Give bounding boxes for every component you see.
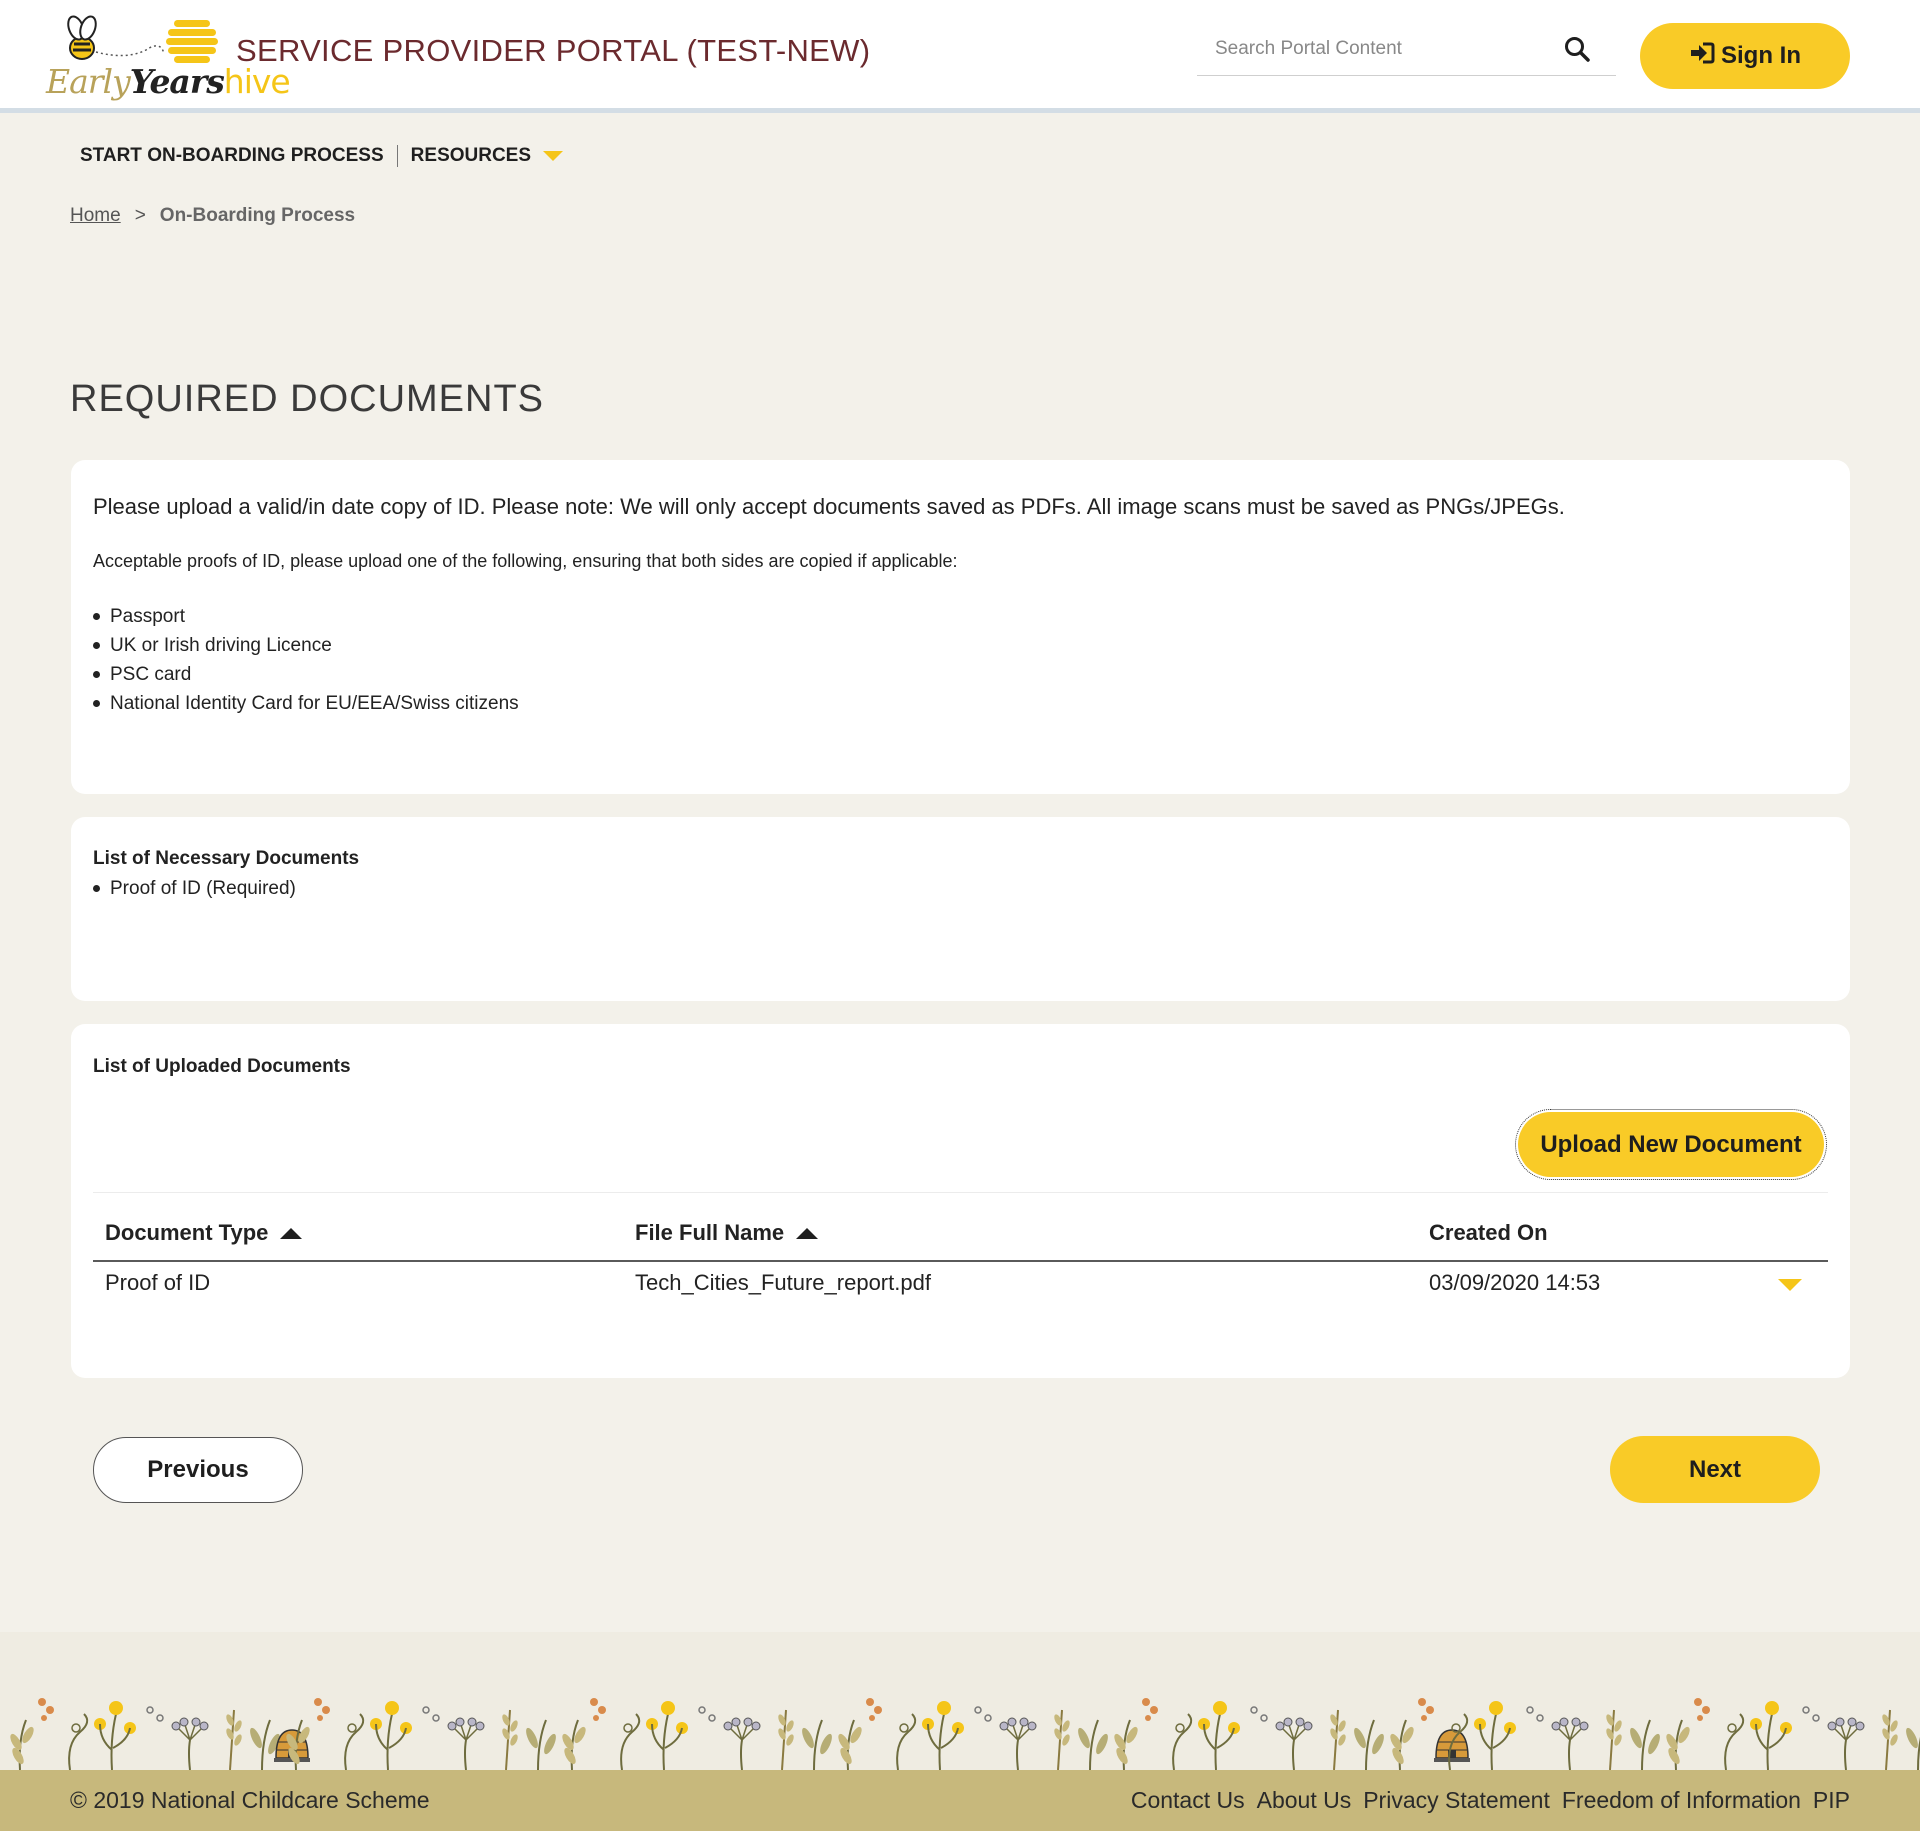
list-item: UK or Irish driving Licence [93,631,519,660]
column-header-label: Created On [1429,1220,1548,1245]
bee-hive-logo-icon [67,15,218,63]
page-title: REQUIRED DOCUMENTS [70,378,545,420]
uploaded-documents-heading: List of Uploaded Documents [93,1056,351,1077]
list-item: Proof of ID (Required) [93,874,296,903]
breadcrumb: Home > On-Boarding Process [70,205,355,227]
footer-link-freedom-of-information[interactable]: Freedom of Information [1562,1787,1801,1814]
sign-in-icon [1689,41,1715,72]
footer-links: Contact Us About Us Privacy Statement Fr… [1131,1787,1850,1814]
breadcrumb-current: On-Boarding Process [159,205,356,226]
sort-ascending-icon [796,1227,819,1239]
copyright: © 2019 National Childcare Scheme [70,1787,430,1813]
list-item: PSC card [93,660,519,689]
acceptable-id-list: Passport UK or Irish driving Licence PSC… [93,602,519,718]
sign-in-button[interactable]: Sign In [1640,23,1850,89]
early-years-hive-logo[interactable]: EarlyYearshive [46,10,291,102]
column-header-file-full-name[interactable]: File Full Name [635,1220,819,1246]
footer-link-contact-us[interactable]: Contact Us [1131,1787,1245,1814]
nav-item-start-onboarding[interactable]: START ON-BOARDING PROCESS [80,145,384,167]
main-nav: START ON-BOARDING PROCESS RESOURCES [80,142,564,170]
nav-divider [396,145,398,167]
necessary-documents-list: Proof of ID (Required) [93,874,296,903]
instructions-card: Please upload a valid/in date copy of ID… [71,460,1850,794]
divider [93,1192,1828,1193]
cell-file-name: Tech_Cities_Future_report.pdf [635,1270,931,1295]
portal-title: SERVICE PROVIDER PORTAL (TEST-NEW) [236,33,871,68]
column-header-label: File Full Name [635,1220,785,1245]
logo-word-early: Early [46,62,131,101]
column-header-document-type[interactable]: Document Type [105,1220,303,1246]
site-header: EarlyYearshive SERVICE PROVIDER PORTAL (… [0,0,1920,113]
logo-word-years: Years [129,62,225,101]
column-header-label: Document Type [105,1220,269,1245]
site-footer: © 2019 National Childcare Scheme Contact… [0,1770,1920,1831]
row-actions-chevron-down-icon[interactable] [1778,1279,1802,1291]
next-button[interactable]: Next [1610,1436,1820,1503]
table-header-divider [93,1260,1828,1262]
nav-item-resources[interactable]: RESOURCES [411,145,531,167]
list-item: Passport [93,602,519,631]
list-item: National Identity Card for EU/EEA/Swiss … [93,689,519,718]
sort-ascending-icon [280,1227,303,1239]
sign-in-label: Sign In [1721,42,1801,69]
footer-link-about-us[interactable]: About Us [1257,1787,1352,1814]
breadcrumb-home-link[interactable]: Home [70,205,121,227]
previous-button[interactable]: Previous [93,1437,303,1503]
footer-link-pip[interactable]: PIP [1813,1787,1850,1814]
footer-link-privacy-statement[interactable]: Privacy Statement [1363,1787,1550,1814]
uploaded-documents-card: List of Uploaded Documents Upload New Do… [71,1024,1850,1378]
breadcrumb-separator: > [134,205,146,226]
column-header-created-on[interactable]: Created On [1429,1220,1548,1246]
necessary-documents-heading: List of Necessary Documents [93,848,360,869]
necessary-documents-card: List of Necessary Documents Proof of ID … [71,817,1850,1001]
floral-border-illustration [7,1697,1920,1771]
upload-new-document-button[interactable]: Upload New Document [1515,1109,1827,1180]
cell-document-type: Proof of ID [105,1270,211,1295]
search-bar [1197,24,1616,76]
search-input[interactable] [1197,24,1557,74]
search-icon[interactable] [1564,36,1592,64]
chevron-down-icon[interactable] [543,151,564,161]
acceptable-proofs-text: Acceptable proofs of ID, please upload o… [93,551,958,571]
upload-instructions: Please upload a valid/in date copy of ID… [93,494,1565,519]
cell-created-on: 03/09/2020 14:53 [1429,1270,1601,1295]
